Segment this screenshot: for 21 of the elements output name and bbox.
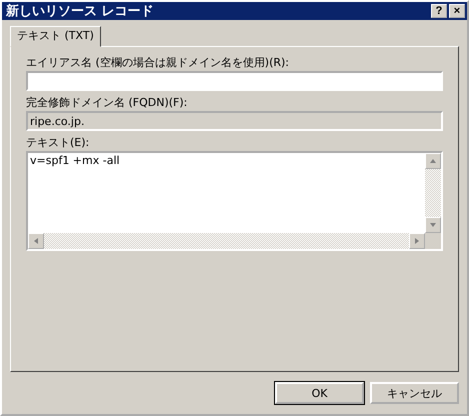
text-field[interactable] — [26, 71, 443, 91]
field-label: エイリアス名 (空欄の場合は親ドメイン名を使用)(R): — [26, 56, 290, 69]
arrow-icon — [429, 157, 437, 165]
horizontal-scrollbar[interactable] — [28, 233, 425, 249]
window-title: 新しいリソース レコード — [6, 2, 155, 20]
dialog-button[interactable]: キャンセル — [370, 382, 459, 404]
text-area[interactable]: v=spf1 +mx -all — [26, 151, 443, 251]
vertical-scrollbar[interactable] — [425, 153, 441, 233]
field-label: 完全修飾ドメイン名 (FQDN)(F): — [26, 96, 188, 109]
arrow-icon — [32, 237, 40, 245]
scroll-button[interactable] — [409, 233, 425, 249]
help-button[interactable]: ? — [431, 4, 447, 18]
scrollbar-corner — [425, 233, 441, 249]
close-button[interactable]: × — [449, 4, 465, 18]
dialog-button[interactable]: OK — [275, 382, 364, 404]
field-label: テキスト(E): — [26, 136, 90, 149]
text-value: v=spf1 +mx -all — [29, 153, 121, 169]
scroll-button[interactable] — [28, 233, 44, 249]
tab[interactable]: テキスト (TXT) — [10, 26, 101, 47]
scroll-button[interactable] — [425, 153, 441, 169]
scroll-button[interactable] — [425, 217, 441, 233]
